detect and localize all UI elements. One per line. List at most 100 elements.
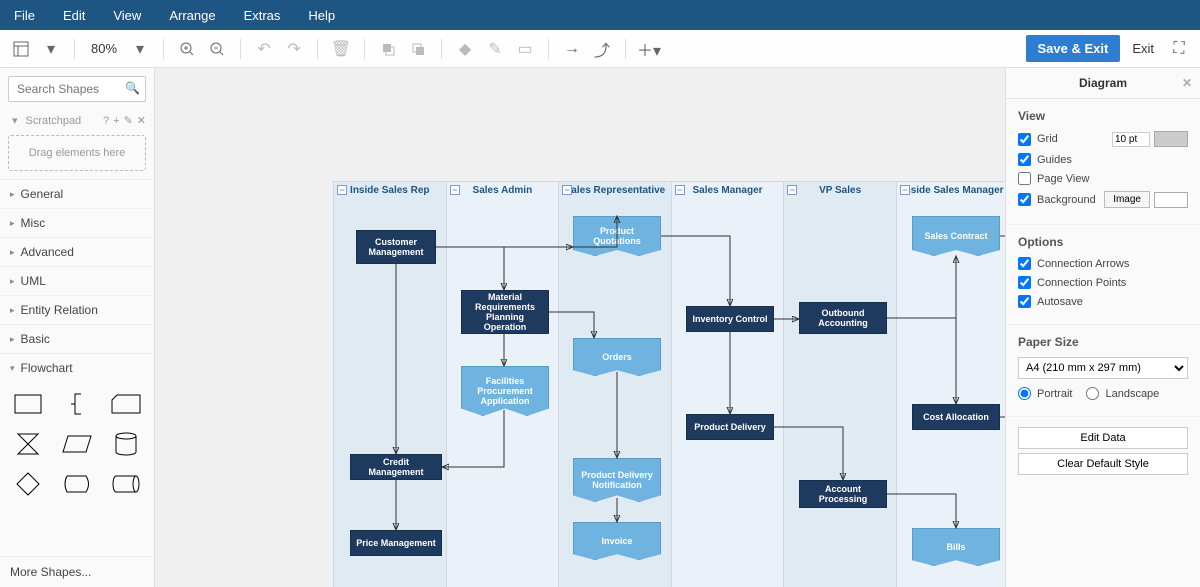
to-front-icon[interactable] xyxy=(375,36,401,62)
node-bills[interactable]: Bills xyxy=(912,528,1000,566)
collapse-lane-icon[interactable]: − xyxy=(450,185,460,195)
lane-header[interactable]: VP Sales xyxy=(819,185,861,196)
zoom-out-icon[interactable] xyxy=(204,36,230,62)
options-section-title: Options xyxy=(1018,235,1188,249)
node-prod-quot[interactable]: Product Quotations xyxy=(573,216,661,256)
category-general[interactable]: General xyxy=(0,179,154,208)
scratchpad-label: Scratchpad xyxy=(26,115,99,127)
lane-header[interactable]: Sales Manager xyxy=(693,185,763,196)
close-scratch-icon[interactable]: ✕ xyxy=(137,114,146,127)
node-inv-ctrl[interactable]: Inventory Control xyxy=(686,306,774,332)
pageview-checkbox[interactable] xyxy=(1018,172,1031,185)
fullscreen-icon[interactable]: ⛶ xyxy=(1166,36,1192,62)
node-fpa[interactable]: Facilities Procurement Application xyxy=(461,366,549,416)
delete-icon[interactable]: 🗑 xyxy=(328,36,354,62)
paper-size-select[interactable]: A4 (210 mm x 297 mm) xyxy=(1018,357,1188,379)
save-exit-button[interactable]: Save & Exit xyxy=(1026,35,1121,62)
shape-cylinder[interactable] xyxy=(105,428,146,460)
help-icon[interactable]: ? xyxy=(103,115,109,127)
pageview-label: Page View xyxy=(1037,173,1089,185)
node-sales-contract[interactable]: Sales Contract xyxy=(912,216,1000,256)
conn-arrows-checkbox[interactable] xyxy=(1018,257,1031,270)
node-acct-proc[interactable]: Account Processing xyxy=(799,480,887,508)
menu-view[interactable]: View xyxy=(113,8,141,23)
to-back-icon[interactable] xyxy=(405,36,431,62)
shape-bracket[interactable] xyxy=(57,388,98,420)
category-flowchart[interactable]: Flowchart xyxy=(0,353,154,382)
connection-icon[interactable]: → xyxy=(559,36,585,62)
shape-display[interactable] xyxy=(57,468,98,500)
scratchpad-dropzone[interactable]: Drag elements here xyxy=(8,135,146,171)
waypoint-icon[interactable]: ⤴ xyxy=(589,36,615,62)
collapse-lane-icon[interactable]: − xyxy=(337,185,347,195)
background-checkbox[interactable] xyxy=(1018,193,1031,206)
menu-extras[interactable]: Extras xyxy=(244,8,281,23)
undo-icon[interactable]: ↶ xyxy=(251,36,277,62)
lane-header[interactable]: Inside Sales Manager xyxy=(902,185,1004,196)
clear-style-button[interactable]: Clear Default Style xyxy=(1018,453,1188,475)
collapse-lane-icon[interactable]: − xyxy=(900,185,910,195)
lane-header[interactable]: Sales Representative xyxy=(565,185,666,196)
more-shapes-button[interactable]: More Shapes... xyxy=(0,556,154,587)
canvas[interactable]: −Inside Sales Rep −Sales Admin −Sales Re… xyxy=(155,68,1005,587)
swimlane-container[interactable]: −Inside Sales Rep −Sales Admin −Sales Re… xyxy=(333,181,1005,587)
collapse-lane-icon[interactable]: − xyxy=(787,185,797,195)
exit-button[interactable]: Exit xyxy=(1124,35,1162,62)
node-invoice[interactable]: Invoice xyxy=(573,522,661,560)
view-mode-button[interactable] xyxy=(8,36,34,62)
fill-color-icon[interactable]: ◆ xyxy=(452,36,478,62)
category-uml[interactable]: UML xyxy=(0,266,154,295)
menu-edit[interactable]: Edit xyxy=(63,8,85,23)
shape-card[interactable] xyxy=(105,388,146,420)
autosave-checkbox[interactable] xyxy=(1018,295,1031,308)
node-credit-mgmt[interactable]: Credit Management xyxy=(350,454,442,480)
node-mrp[interactable]: Material Requirements Planning Operation xyxy=(461,290,549,334)
zoom-dropdown-icon[interactable]: ▾ xyxy=(127,36,153,62)
image-button[interactable]: Image xyxy=(1104,191,1150,208)
landscape-radio[interactable] xyxy=(1086,387,1099,400)
node-pdn[interactable]: Product Delivery Notification xyxy=(573,458,661,502)
grid-checkbox[interactable] xyxy=(1018,133,1031,146)
node-orders[interactable]: Orders xyxy=(573,338,661,376)
lane-header[interactable]: Sales Admin xyxy=(473,185,533,196)
shape-cylinder-h[interactable] xyxy=(105,468,146,500)
shape-diamond[interactable] xyxy=(8,468,49,500)
menu-help[interactable]: Help xyxy=(308,8,335,23)
category-entity-relation[interactable]: Entity Relation xyxy=(0,295,154,324)
category-basic[interactable]: Basic xyxy=(0,324,154,353)
node-outbound-acct[interactable]: Outbound Accounting xyxy=(799,302,887,334)
redo-icon[interactable]: ↷ xyxy=(281,36,307,62)
collapse-lane-icon[interactable]: − xyxy=(562,185,572,195)
guides-checkbox[interactable] xyxy=(1018,153,1031,166)
edit-scratch-icon[interactable]: ✎ xyxy=(124,114,133,127)
category-advanced[interactable]: Advanced xyxy=(0,237,154,266)
zoom-level[interactable]: 80% xyxy=(85,41,123,56)
add-scratch-icon[interactable]: + xyxy=(113,115,119,127)
node-customer-mgmt[interactable]: Customer Management xyxy=(356,230,436,264)
close-panel-icon[interactable]: ✕ xyxy=(1182,76,1192,90)
portrait-radio[interactable] xyxy=(1018,387,1031,400)
grid-size-input[interactable] xyxy=(1112,132,1150,147)
edit-data-button[interactable]: Edit Data xyxy=(1018,427,1188,449)
shape-parallelogram[interactable] xyxy=(57,428,98,460)
menu-arrange[interactable]: Arrange xyxy=(169,8,215,23)
node-prod-deliv[interactable]: Product Delivery xyxy=(686,414,774,440)
category-misc[interactable]: Misc xyxy=(0,208,154,237)
shape-hourglass[interactable] xyxy=(8,428,49,460)
shadow-icon[interactable]: ▭ xyxy=(512,36,538,62)
node-price-mgmt[interactable]: Price Management xyxy=(350,530,442,556)
shape-rect[interactable] xyxy=(8,388,49,420)
menu-file[interactable]: File xyxy=(14,8,35,23)
collapse-icon[interactable]: ▾ xyxy=(12,114,18,127)
lane-header[interactable]: Inside Sales Rep xyxy=(350,185,429,196)
bg-color-swatch[interactable] xyxy=(1154,192,1188,208)
zoom-in-icon[interactable] xyxy=(174,36,200,62)
search-icon[interactable]: 🔍 xyxy=(125,81,140,95)
conn-points-checkbox[interactable] xyxy=(1018,276,1031,289)
collapse-lane-icon[interactable]: − xyxy=(675,185,685,195)
node-cost-alloc[interactable]: Cost Allocation xyxy=(912,404,1000,430)
add-icon[interactable]: ＋▾ xyxy=(636,36,662,62)
line-color-icon[interactable]: ✎ xyxy=(482,36,508,62)
dropdown-icon[interactable]: ▾ xyxy=(38,36,64,62)
grid-color-swatch[interactable] xyxy=(1154,131,1188,147)
